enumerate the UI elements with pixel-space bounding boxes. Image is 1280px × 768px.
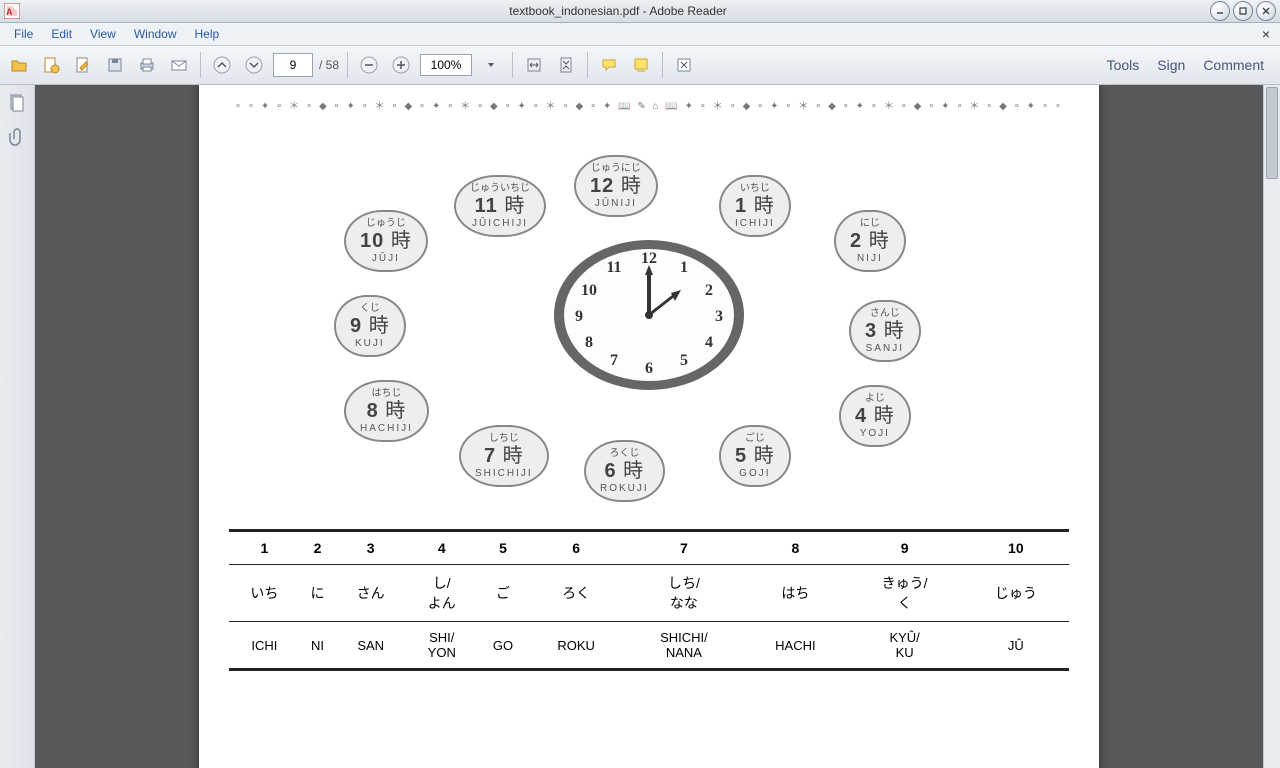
- vertical-scrollbar[interactable]: [1263, 85, 1280, 768]
- decorative-border: ∘ ∘ ✦ ∘ ＊ ∘ ◆ ∘ ✦ ∘ ＊ ∘ ◆ ∘ ✦ ∘ ＊ ∘ ◆ ∘ …: [229, 93, 1069, 115]
- time-bubble: よじ4 時YOJI: [839, 385, 911, 447]
- svg-text:11: 11: [606, 259, 621, 276]
- zoom-in-icon[interactable]: [388, 52, 414, 78]
- menu-edit[interactable]: Edit: [43, 25, 80, 43]
- time-bubble: じゅうにじ12 時JÛNIJI: [574, 155, 658, 217]
- page-down-icon[interactable]: [241, 52, 267, 78]
- time-bubble: じゅうじ10 時JÛJI: [344, 210, 428, 272]
- thumbnails-icon[interactable]: [7, 93, 27, 113]
- highlight-icon[interactable]: [628, 52, 654, 78]
- fit-width-icon[interactable]: [521, 52, 547, 78]
- svg-text:5: 5: [680, 352, 688, 369]
- zoom-dropdown-icon[interactable]: [478, 52, 504, 78]
- zoom-level[interactable]: 100%: [420, 54, 472, 76]
- time-bubble: ごじ5 時GOJI: [719, 425, 791, 487]
- svg-text:4: 4: [705, 334, 713, 351]
- time-bubble: にじ2 時NIJI: [834, 210, 906, 272]
- zoom-out-icon[interactable]: [356, 52, 382, 78]
- svg-text:8: 8: [585, 334, 593, 351]
- svg-text:12: 12: [641, 250, 657, 267]
- svg-text:9: 9: [575, 308, 583, 325]
- window-titlebar: A textbook_indonesian.pdf - Adobe Reader: [0, 0, 1280, 23]
- comment-bubble-icon[interactable]: [596, 52, 622, 78]
- document-area[interactable]: ∘ ∘ ✦ ∘ ＊ ∘ ◆ ∘ ✦ ∘ ＊ ∘ ◆ ∘ ✦ ∘ ＊ ∘ ◆ ∘ …: [35, 85, 1263, 768]
- svg-text:7: 7: [610, 352, 618, 369]
- menu-help[interactable]: Help: [187, 25, 228, 43]
- create-pdf-icon[interactable]: [38, 52, 64, 78]
- page-total-label: / 58: [319, 58, 339, 72]
- clock-illustration: 1212 345 678 91011: [549, 235, 749, 395]
- attachments-icon[interactable]: [7, 127, 27, 147]
- window-title: textbook_indonesian.pdf - Adobe Reader: [26, 4, 1210, 18]
- menu-file[interactable]: File: [6, 25, 41, 43]
- open-icon[interactable]: [6, 52, 32, 78]
- close-window-button[interactable]: [1256, 1, 1276, 21]
- time-bubble: じゅういちじ11 時JÛICHIJI: [454, 175, 546, 237]
- scroll-thumb[interactable]: [1266, 87, 1278, 179]
- page-number-input[interactable]: [273, 53, 313, 77]
- edit-icon[interactable]: [70, 52, 96, 78]
- menu-bar: File Edit View Window Help ×: [0, 23, 1280, 46]
- close-doc-button[interactable]: ×: [1258, 26, 1274, 42]
- svg-text:6: 6: [645, 360, 653, 377]
- menu-window[interactable]: Window: [126, 25, 185, 43]
- fit-page-icon[interactable]: [553, 52, 579, 78]
- svg-text:3: 3: [715, 308, 723, 325]
- save-icon[interactable]: [102, 52, 128, 78]
- time-bubble: はちじ8 時HACHIJI: [344, 380, 429, 442]
- svg-text:A: A: [6, 7, 13, 17]
- sign-panel-button[interactable]: Sign: [1157, 57, 1185, 73]
- time-bubble: ろくじ6 時ROKUJI: [584, 440, 665, 502]
- side-panel: [0, 85, 35, 768]
- menu-view[interactable]: View: [82, 25, 124, 43]
- comment-panel-button[interactable]: Comment: [1203, 57, 1264, 73]
- svg-text:1: 1: [680, 259, 688, 276]
- page-up-icon[interactable]: [209, 52, 235, 78]
- svg-text:2: 2: [705, 282, 713, 299]
- read-mode-icon[interactable]: [671, 52, 697, 78]
- time-bubble: さんじ3 時SANJI: [849, 300, 921, 362]
- toolbar: / 58 100% Tools Sign Comment: [0, 46, 1280, 85]
- pdf-page: ∘ ∘ ✦ ∘ ＊ ∘ ◆ ∘ ✦ ∘ ＊ ∘ ◆ ∘ ✦ ∘ ＊ ∘ ◆ ∘ …: [199, 85, 1099, 768]
- time-bubble: くじ9 時KUJI: [334, 295, 406, 357]
- time-bubble: いちじ1 時ICHIJI: [719, 175, 791, 237]
- email-icon[interactable]: [166, 52, 192, 78]
- time-bubble: しちじ7 時SHICHIJI: [459, 425, 549, 487]
- minimize-button[interactable]: [1210, 1, 1230, 21]
- tools-panel-button[interactable]: Tools: [1107, 57, 1140, 73]
- numbers-table: 12345678910 いちにさんし/ よんごろくしち/ ななはちきゅう/ くじ…: [229, 529, 1069, 671]
- app-icon: A: [4, 3, 20, 19]
- svg-text:10: 10: [581, 282, 597, 299]
- print-icon[interactable]: [134, 52, 160, 78]
- maximize-button[interactable]: [1233, 1, 1253, 21]
